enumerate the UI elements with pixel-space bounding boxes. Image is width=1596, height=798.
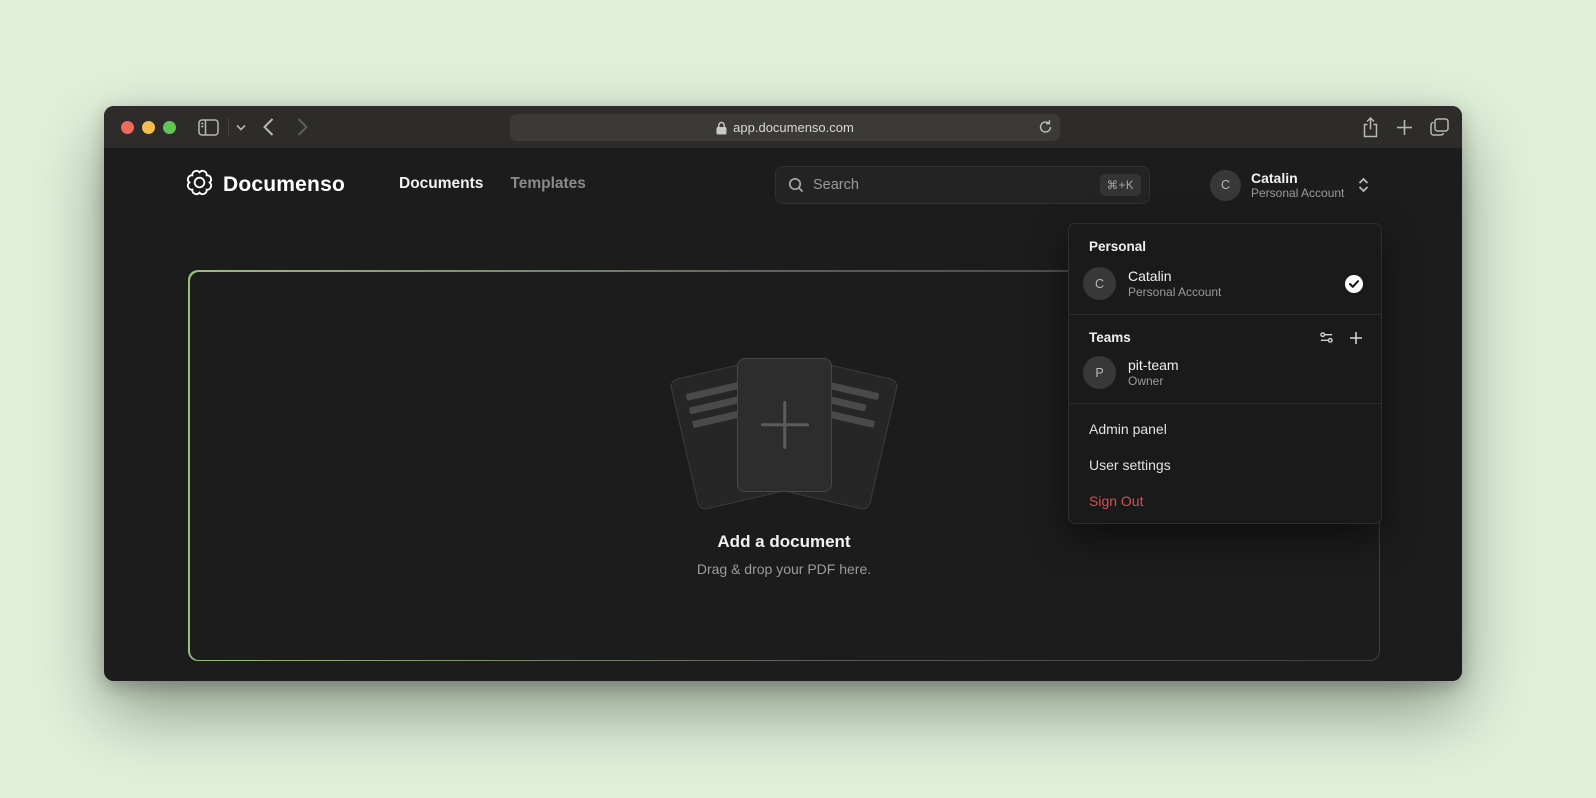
refresh-icon[interactable] <box>1038 119 1053 138</box>
search-icon <box>788 177 804 193</box>
documenso-badge-icon <box>186 169 213 201</box>
teams-section-header: Teams <box>1069 322 1381 349</box>
personal-account-item[interactable]: C Catalin Personal Account <box>1069 260 1381 307</box>
sidebar-chevron-down-icon[interactable] <box>236 124 246 131</box>
search-shortcut-badge: ⌘+K <box>1100 174 1141 196</box>
avatar: P <box>1083 356 1116 389</box>
address-bar[interactable]: app.documenso.com <box>510 114 1060 141</box>
sidebar-toggle-icon[interactable] <box>198 119 219 136</box>
tab-overview-icon[interactable] <box>1430 118 1449 136</box>
plus-icon <box>761 401 809 449</box>
documenso-logo[interactable]: Documenso <box>186 169 345 201</box>
close-window-button[interactable] <box>121 121 134 134</box>
account-dropdown-menu: Personal C Catalin Personal Account Team… <box>1068 223 1382 524</box>
team-name: pit-team <box>1128 357 1179 374</box>
main-nav: Documents Templates <box>399 175 586 193</box>
menu-item-sign-out[interactable]: Sign Out <box>1069 483 1381 519</box>
forward-button[interactable] <box>297 118 308 136</box>
toolbar-separator <box>228 118 229 136</box>
menu-divider <box>1069 403 1381 404</box>
dropzone-title: Add a document <box>717 532 850 552</box>
zoom-window-button[interactable] <box>163 121 176 134</box>
dropzone-subtitle: Drag & drop your PDF here. <box>697 561 871 577</box>
lock-icon <box>716 121 727 135</box>
menu-divider <box>1069 314 1381 315</box>
menu-item-user-settings[interactable]: User settings <box>1069 447 1381 483</box>
search-input[interactable] <box>813 177 1100 193</box>
manage-teams-icon[interactable] <box>1319 330 1334 345</box>
nav-documents[interactable]: Documents <box>399 175 483 193</box>
account-subtitle: Personal Account <box>1251 186 1344 200</box>
create-team-icon[interactable] <box>1349 331 1363 345</box>
minimize-window-button[interactable] <box>142 121 155 134</box>
back-button[interactable] <box>263 118 274 136</box>
avatar: C <box>1083 267 1116 300</box>
app-content: Documenso Documents Templates ⌘+K C Cata… <box>104 148 1462 681</box>
document-card-center <box>737 358 832 492</box>
selected-check-icon <box>1345 275 1363 293</box>
brand-name: Documenso <box>223 173 345 197</box>
team-item[interactable]: P pit-team Owner <box>1069 349 1381 396</box>
personal-account-subtitle: Personal Account <box>1128 285 1221 300</box>
account-menu-trigger[interactable]: C Catalin Personal Account <box>1210 166 1369 204</box>
personal-account-name: Catalin <box>1128 268 1221 285</box>
url-text: app.documenso.com <box>733 120 854 135</box>
browser-window: app.documenso.com <box>104 106 1462 681</box>
document-stack-illustration <box>659 356 909 508</box>
new-tab-icon[interactable] <box>1396 119 1413 136</box>
search-bar[interactable]: ⌘+K <box>775 166 1150 204</box>
avatar: C <box>1210 170 1241 201</box>
teams-section-label: Teams <box>1089 330 1304 345</box>
menu-item-admin-panel[interactable]: Admin panel <box>1069 411 1381 447</box>
account-name: Catalin <box>1251 170 1344 186</box>
team-role: Owner <box>1128 374 1179 389</box>
personal-section-label: Personal <box>1069 229 1381 260</box>
browser-titlebar: app.documenso.com <box>104 106 1462 148</box>
nav-templates[interactable]: Templates <box>510 175 586 193</box>
share-icon[interactable] <box>1362 117 1379 138</box>
traffic-lights <box>104 121 176 134</box>
chevron-up-down-icon <box>1358 177 1369 193</box>
